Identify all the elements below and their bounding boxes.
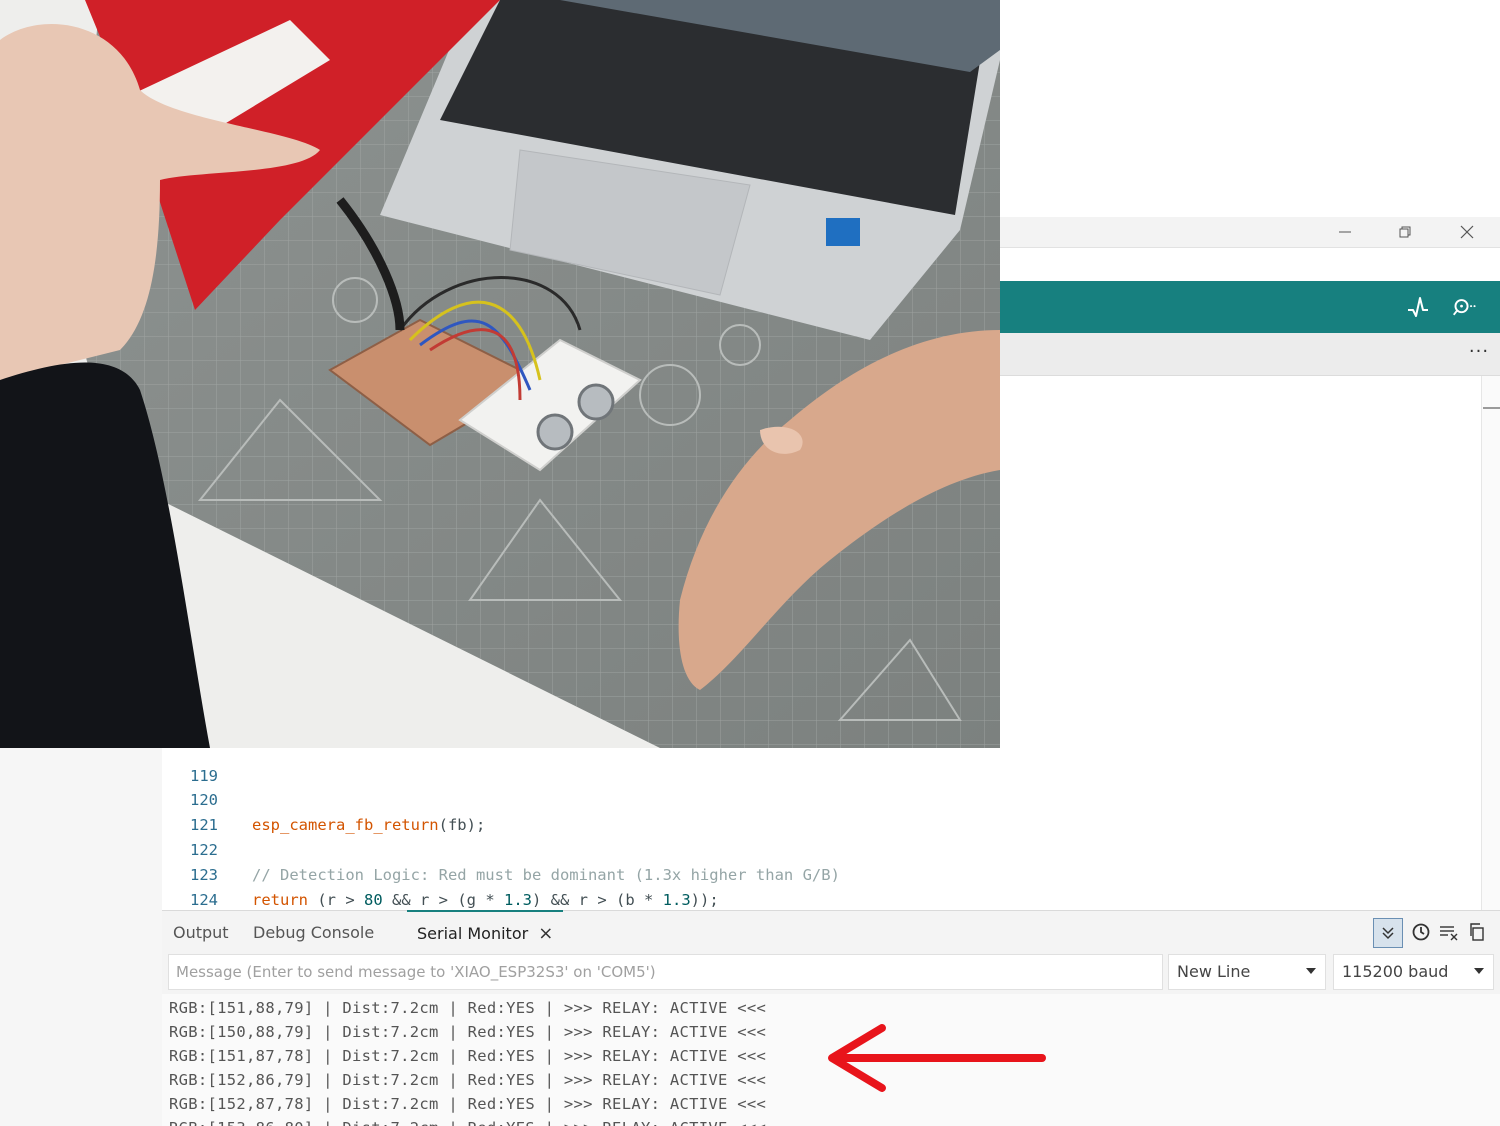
code-line: 123 return (r > 80 && r > (g * 1.3) && r… <box>162 838 1472 909</box>
serial-plotter-button[interactable] <box>1405 294 1431 320</box>
baud-rate-value: 115200 baud <box>1342 962 1449 981</box>
serial-line: RGB:[152,87,78] | Dist:7.2cm | Red:YES |… <box>169 1095 767 1113</box>
serial-plotter-icon <box>1408 297 1428 317</box>
tab-debug-console[interactable]: Debug Console <box>253 911 374 955</box>
minimize-button[interactable] <box>1322 217 1368 247</box>
message-row: New Line 115200 baud <box>162 954 1500 994</box>
clear-all-icon <box>1440 926 1458 941</box>
restore-icon <box>1399 226 1411 238</box>
code-line: 124 } <box>162 863 1472 934</box>
photo-illustration <box>0 0 1000 748</box>
photo-of-hardware-setup <box>0 0 1000 748</box>
clear-output-button[interactable] <box>1435 918 1463 946</box>
code-line: 120 esp_camera_fb_return(fb); <box>162 763 1472 834</box>
close-icon <box>1460 225 1474 239</box>
serial-line: RGB:[151,88,79] | Dist:7.2cm | Red:YES |… <box>169 999 767 1017</box>
tab-output[interactable]: Output <box>173 911 229 955</box>
serial-line: RGB:[153,86,80] | Dist:7.2cm | Red:YES |… <box>169 1116 766 1126</box>
chevron-double-down-icon <box>1382 927 1394 940</box>
maximize-button[interactable] <box>1382 217 1428 247</box>
message-input[interactable] <box>168 954 1163 990</box>
red-annotation-arrow <box>828 1024 1046 1092</box>
code-line: 122 // Detection Logic: Red must be domi… <box>162 813 1472 884</box>
line-ending-select[interactable]: New Line <box>1168 954 1326 990</box>
serial-line: RGB:[150,88,79] | Dist:7.2cm | Red:YES |… <box>169 1023 767 1041</box>
serial-line: RGB:[151,87,78] | Dist:7.2cm | Red:YES |… <box>169 1047 767 1065</box>
scrollbar-thumb[interactable] <box>1483 407 1500 409</box>
baud-rate-select[interactable]: 115200 baud <box>1333 954 1494 990</box>
autoscroll-toggle[interactable] <box>1373 918 1403 948</box>
close-window-button[interactable] <box>1444 217 1490 247</box>
close-tab-icon[interactable]: × <box>538 923 553 944</box>
code-line: 121 <box>162 788 1472 834</box>
chevron-down-icon <box>1306 968 1316 974</box>
tab-serial-monitor[interactable]: Serial Monitor × <box>407 910 564 956</box>
clock-icon <box>1412 923 1430 941</box>
more-actions-button[interactable]: ··· <box>1464 341 1494 365</box>
serial-monitor-button[interactable] <box>1452 294 1478 320</box>
minimize-icon <box>1339 231 1351 233</box>
serial-monitor-icon <box>1452 299 1476 316</box>
line-ending-value: New Line <box>1177 962 1251 981</box>
editor-scrollbar[interactable] <box>1481 376 1500 910</box>
panel-tabbar: Output Debug Console Serial Monitor × <box>162 910 1500 955</box>
copy-icon <box>1470 923 1484 941</box>
copy-output-button[interactable] <box>1463 918 1491 946</box>
serial-line: RGB:[152,86,79] | Dist:7.2cm | Red:YES |… <box>169 1071 767 1089</box>
tab-serial-monitor-label: Serial Monitor <box>417 924 529 943</box>
chevron-down-icon <box>1474 968 1484 974</box>
timestamp-toggle[interactable] <box>1407 918 1435 946</box>
